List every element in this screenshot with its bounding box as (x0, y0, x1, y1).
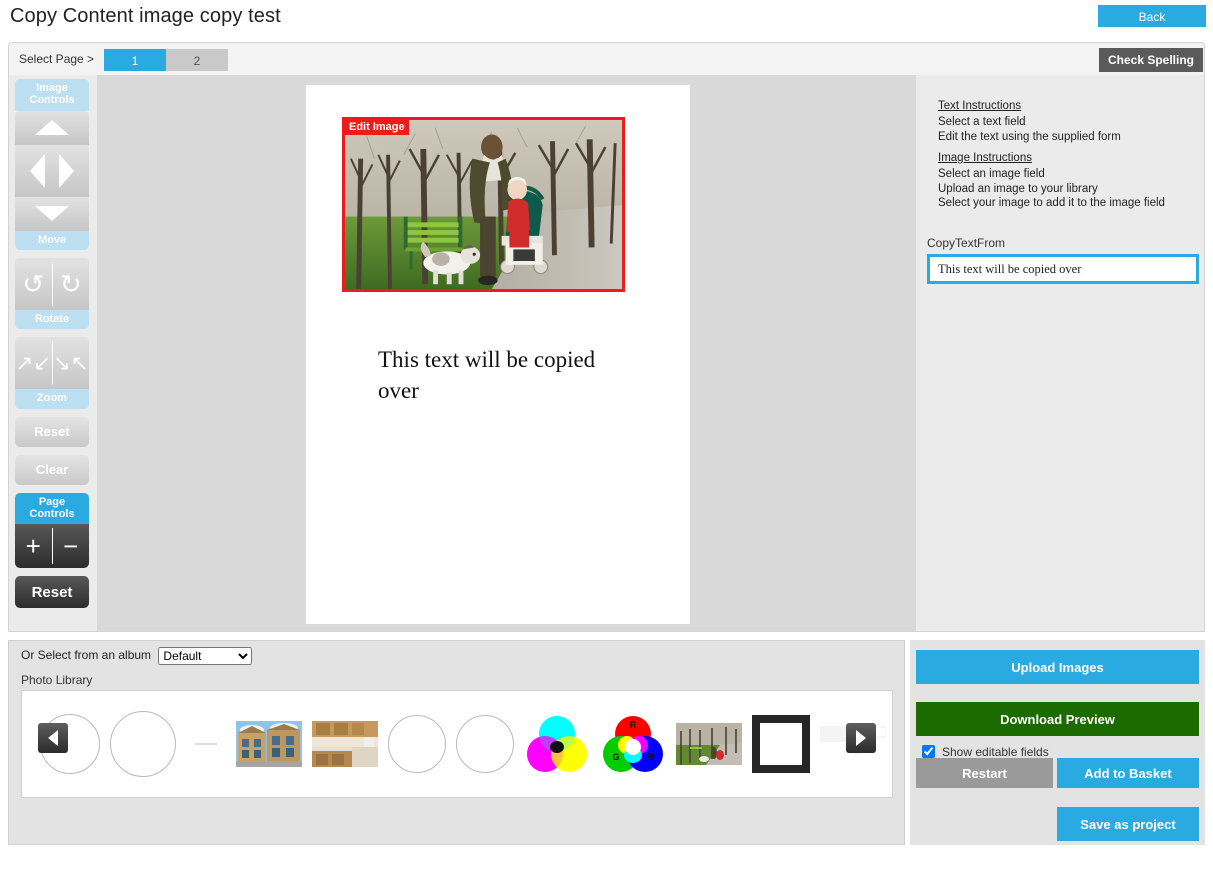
zoom-in-button[interactable]: ↗↙ (15, 337, 52, 389)
page-title: Copy Content image copy test (10, 5, 281, 28)
rotate-cw-button[interactable]: ↻ (53, 258, 90, 310)
move-down-button[interactable] (15, 197, 89, 231)
album-row: Or Select from an album Default (21, 647, 252, 665)
thumbnail-placeholder-circle[interactable] (456, 715, 514, 773)
zoom-group: ↗↙ ↘↖ (15, 337, 89, 389)
image-instructions-heading: Image Instructions (938, 151, 1165, 166)
image-instruction-line: Upload an image to your library (938, 182, 1165, 197)
thumbnail-placeholder-circle[interactable] (388, 715, 446, 773)
editor-body: ImageControls Move ↺ ↻ (8, 75, 1205, 632)
actions-panel: Upload Images Download Preview Show edit… (910, 640, 1205, 845)
photo-library-label: Photo Library (21, 673, 92, 687)
page-tab-2[interactable]: 2 (166, 49, 228, 71)
arrow-right-icon[interactable] (59, 154, 74, 188)
thumbnail-apartment-building[interactable] (236, 721, 302, 767)
image-instructions-block: Image Instructions Select an image field… (938, 151, 1165, 211)
image-instruction-line: Select your image to add it to the image… (938, 196, 1165, 211)
thumbnail-cmy-color-wheel[interactable] (524, 714, 590, 774)
album-label: Or Select from an album (21, 648, 151, 662)
page-add-button[interactable]: + (15, 524, 52, 568)
image-controls-heading: ImageControls (15, 79, 89, 111)
library-next-button[interactable] (846, 723, 876, 753)
thumbnail-black-frame[interactable] (752, 715, 810, 773)
image-clear-button[interactable]: Clear (15, 455, 89, 485)
zoom-shrink-icon: ↘↖ (53, 353, 88, 374)
edit-image-badge[interactable]: Edit Image (345, 120, 409, 135)
header: Copy Content image copy test Back (0, 0, 1213, 37)
text-field[interactable]: This text will be copied over (378, 345, 628, 406)
arrow-up-icon (35, 120, 69, 135)
black-frame-outer (752, 715, 810, 773)
arrow-left-icon[interactable] (30, 154, 45, 188)
rotate-counterclockwise-icon: ↺ (22, 271, 44, 297)
show-editable-fields-checkbox[interactable] (922, 745, 935, 758)
check-spelling-button[interactable]: Check Spelling (1099, 48, 1203, 72)
page-sheet: Edit Image (306, 85, 690, 624)
back-button[interactable]: Back (1098, 5, 1206, 27)
thumbnail-strip: R G B (21, 690, 893, 798)
page-reset-button[interactable]: Reset (15, 576, 89, 608)
restart-button[interactable]: Restart (916, 758, 1053, 788)
page-tab-1[interactable]: 1 (104, 49, 166, 71)
library-prev-button[interactable] (38, 723, 68, 753)
image-reset-button[interactable]: Reset (15, 417, 89, 447)
svg-text:G: G (612, 752, 619, 762)
select-page-label: Select Page > (19, 52, 94, 66)
page-remove-button[interactable]: − (53, 524, 90, 568)
rotate-group: ↺ ↻ (15, 258, 89, 310)
park-scene-image (345, 120, 622, 289)
copy-text-from-input[interactable] (927, 254, 1199, 284)
thumbnail-rgb-color-wheel[interactable]: R G B (600, 714, 666, 774)
svg-text:B: B (648, 752, 655, 762)
image-field[interactable]: Edit Image (342, 117, 625, 292)
thumbnail-faint-placeholder[interactable] (186, 714, 226, 774)
thumbnail-kitchen-interior[interactable] (312, 721, 378, 767)
zoom-expand-icon: ↗↙ (16, 353, 51, 374)
page-tabbar: Select Page > 1 2 Check Spelling (8, 42, 1205, 75)
black-frame-inner (760, 723, 802, 765)
show-editable-fields-label: Show editable fields (942, 745, 1049, 759)
move-label: Move (15, 231, 89, 250)
upload-images-button[interactable]: Upload Images (916, 650, 1199, 684)
rotate-label: Rotate (15, 310, 89, 329)
thumbnail-park-scene[interactable] (676, 723, 742, 765)
text-instructions-heading: Text Instructions (938, 99, 1121, 114)
text-instruction-line: Edit the text using the supplied form (938, 130, 1121, 145)
page-zoom-group: + − (15, 524, 89, 568)
text-instructions-block: Text Instructions Select a text field Ed… (938, 99, 1121, 144)
editor-app: Copy Content image copy test Back Select… (0, 0, 1213, 885)
image-instruction-line: Select an image field (938, 167, 1165, 182)
tool-rail: ImageControls Move ↺ ↻ (15, 79, 89, 608)
copy-text-from-label: CopyTextFrom (927, 236, 1005, 250)
page-controls-heading: PageControls (15, 493, 89, 525)
move-up-button[interactable] (15, 111, 89, 145)
rotate-clockwise-icon: ↻ (60, 271, 82, 297)
move-horizontal-group (15, 145, 89, 197)
album-select[interactable]: Default (158, 647, 252, 665)
svg-text:R: R (630, 720, 637, 730)
download-preview-button[interactable]: Download Preview (916, 702, 1199, 736)
save-as-project-button[interactable]: Save as project (1057, 807, 1199, 841)
photo-library-panel: Or Select from an album Default Photo Li… (8, 640, 905, 845)
zoom-label: Zoom (15, 389, 89, 408)
arrow-down-icon (35, 206, 69, 221)
instructions-panel: Text Instructions Select a text field Ed… (916, 75, 1204, 631)
arrow-right-icon (856, 730, 866, 746)
thumbnail-placeholder-circle[interactable] (110, 711, 176, 777)
rotate-ccw-button[interactable]: ↺ (15, 258, 52, 310)
zoom-out-button[interactable]: ↘↖ (53, 337, 90, 389)
thumbnail-row: R G B (22, 691, 892, 797)
arrow-left-icon (48, 730, 58, 746)
text-instruction-line: Select a text field (938, 115, 1121, 130)
minus-icon: − (63, 533, 78, 559)
add-to-basket-button[interactable]: Add to Basket (1057, 758, 1199, 788)
plus-icon: + (26, 533, 41, 559)
canvas-area: Edit Image (97, 75, 916, 631)
